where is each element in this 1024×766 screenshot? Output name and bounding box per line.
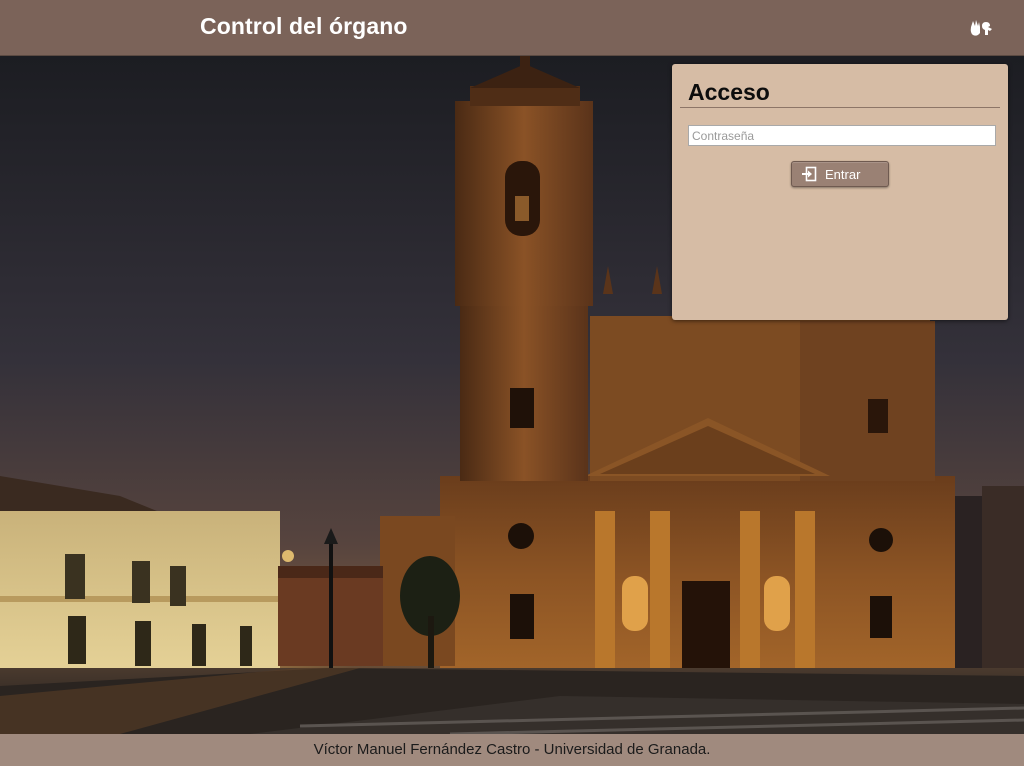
enter-button[interactable]: Entrar xyxy=(791,161,889,187)
password-input[interactable] xyxy=(688,125,996,146)
sign-in-icon xyxy=(801,166,817,182)
app-header: Control del órgano xyxy=(0,0,1024,56)
app-footer: Víctor Manuel Fernández Castro - Univers… xyxy=(0,734,1024,766)
enter-button-label: Entrar xyxy=(825,166,861,182)
login-title: Acceso xyxy=(688,79,770,105)
footer-credit: Víctor Manuel Fernández Castro - Univers… xyxy=(313,741,711,758)
app-title: Control del órgano xyxy=(200,13,408,39)
title-divider xyxy=(680,107,1000,108)
login-panel: Acceso Entrar xyxy=(672,64,1008,320)
sign-language-icon[interactable] xyxy=(968,17,994,39)
page: Control del órgano Acceso Entrar Víctor … xyxy=(0,0,1024,766)
